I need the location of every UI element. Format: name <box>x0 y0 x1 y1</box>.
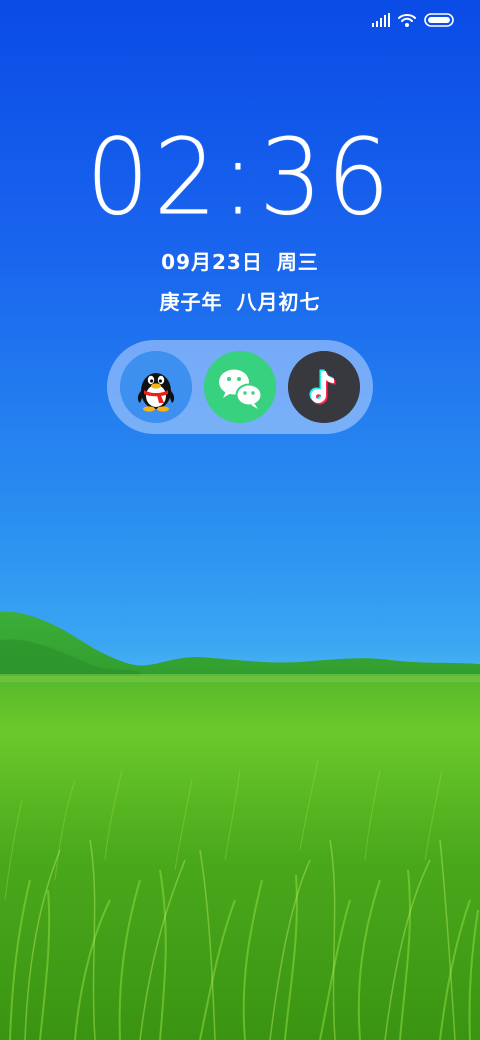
date-text: 09月23日 <box>161 250 263 274</box>
battery-icon <box>424 12 454 31</box>
lunar-date-line: 庚子年 八月初七 <box>0 286 480 315</box>
weekday-text: 周三 <box>276 250 319 274</box>
qq-app-button[interactable] <box>120 351 192 423</box>
lunar-date-text: 八月初七 <box>236 290 321 314</box>
date-line: 09月23日 周三 <box>0 246 480 275</box>
wechat-app-button[interactable] <box>204 351 276 423</box>
wechat-icon <box>204 351 276 423</box>
signal-bars-icon <box>372 12 390 31</box>
wifi-icon <box>398 12 416 31</box>
app-shortcut-dock <box>107 340 373 434</box>
status-bar <box>372 10 454 32</box>
tiktok-app-button[interactable] <box>288 351 360 423</box>
lockscreen-clock: 02:36 <box>0 116 480 239</box>
qq-penguin-icon <box>120 351 192 423</box>
lunar-year-text: 庚子年 <box>159 290 223 314</box>
tiktok-icon <box>288 351 360 423</box>
clock-time: 02:36 <box>85 116 395 239</box>
